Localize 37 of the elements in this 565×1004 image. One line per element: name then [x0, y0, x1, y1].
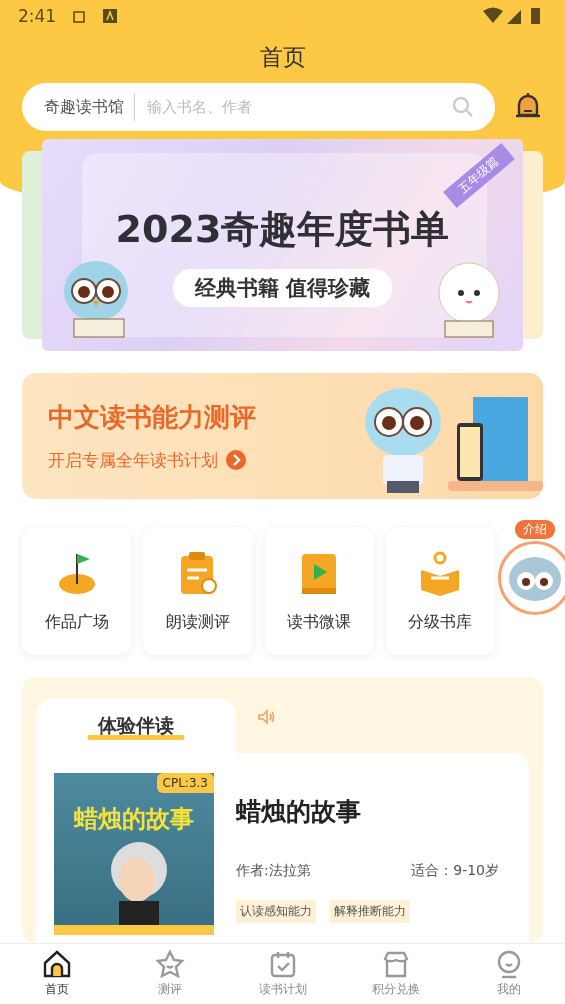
level-badge: CPL:3.3 [156, 772, 214, 793]
banner-preview[interactable] [523, 151, 543, 339]
feature-tile[interactable]: 读书微课 [264, 526, 374, 655]
mascot-intro-button[interactable] [498, 541, 565, 615]
star-icon [154, 949, 185, 980]
assessment-title: 中文读书能力测评 [48, 401, 257, 434]
search-field[interactable]: 奇趣读书馆 输入书名、作者 [22, 83, 495, 131]
status-time: 2:41 [18, 6, 57, 26]
home-icon [41, 949, 72, 980]
feature-tile[interactable]: 朗读测评 [143, 526, 253, 655]
reading-tab[interactable]: 体验伴读 [36, 698, 236, 753]
speaker-icon[interactable] [256, 706, 276, 727]
intro-label: 介绍 [515, 520, 555, 539]
banner-subtitle: 经典书籍 值得珍藏 [172, 268, 393, 307]
assessment-subtitle: 开启专属全年读书计划 [48, 449, 218, 472]
page-title: 首页 [258, 43, 307, 72]
book-author: 作者:法拉第 [236, 861, 311, 880]
library-label: 奇趣读书馆 [44, 93, 135, 121]
nav-tab[interactable]: 我的 [452, 943, 565, 1004]
search-icon[interactable] [451, 95, 475, 119]
cover-title: 蜡烛的故事 [74, 803, 194, 835]
book-age: 适合：9-10岁 [411, 861, 499, 880]
nav-tab[interactable]: 积分兑换 [339, 943, 452, 1004]
skill-tag: 解释推断能力 [330, 899, 410, 923]
nav-tab[interactable]: 测评 [113, 943, 226, 1004]
book-list-banner[interactable]: 五年级篇 2023奇趣年度书单 经典书籍 值得珍藏 [42, 139, 523, 351]
search-input[interactable]: 输入书名、作者 [145, 97, 451, 117]
feature-tile[interactable]: 分级书库 [385, 526, 495, 655]
nav-tab[interactable]: 读书计划 [226, 943, 339, 1004]
book-title: 蜡烛的故事 [236, 795, 362, 828]
feature-tile[interactable]: 作品广场 [22, 526, 132, 655]
banner-title: 2023奇趣年度书单 [115, 205, 450, 253]
book-cover[interactable]: CPL:3.3 蜡烛的故事 [54, 772, 214, 935]
skill-tag: 认读感知能力 [236, 899, 316, 923]
banner-preview[interactable] [22, 151, 42, 339]
nav-tab[interactable]: 首页 [0, 943, 113, 1004]
chevron-right-icon [226, 450, 246, 471]
